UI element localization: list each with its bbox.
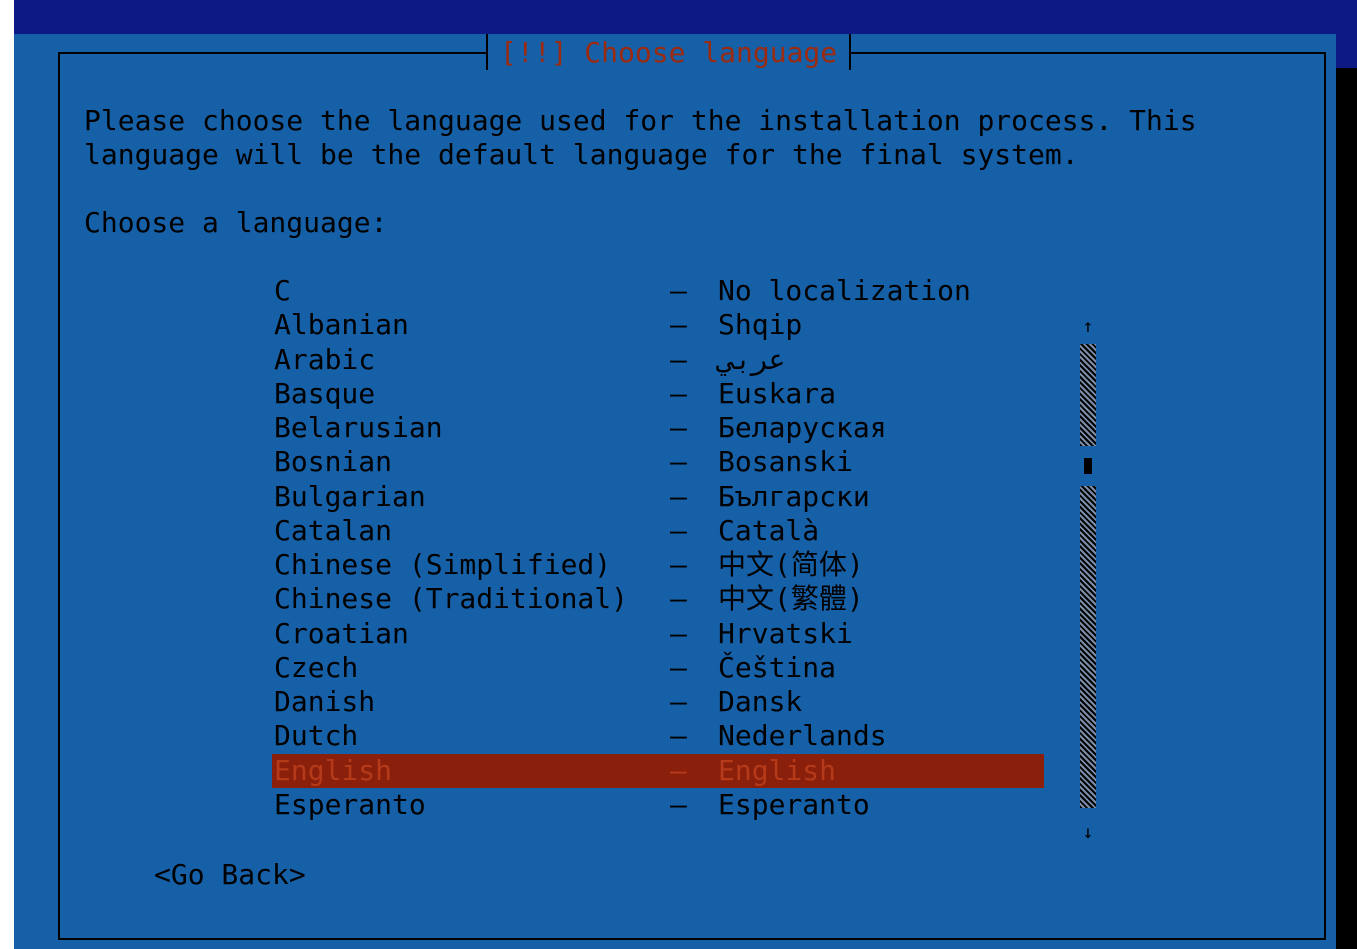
language-native-name: Беларуская [718, 411, 887, 444]
screen-edge [0, 0, 14, 949]
language-native-name: Bosanski [718, 445, 853, 479]
screen-background [14, 0, 1357, 8]
choose-language-dialog: [!!] Choose language Please choose the l… [14, 34, 1336, 949]
language-separator: – [670, 274, 687, 307]
language-name: Croatian [274, 616, 409, 650]
language-native-name: Hrvatski [718, 616, 853, 650]
language-separator: – [670, 650, 687, 684]
language-separator: – [670, 445, 687, 479]
language-name: Catalan [274, 513, 393, 547]
scrollbar-trough-upper[interactable] [1080, 344, 1096, 446]
language-separator: – [670, 342, 687, 376]
language-name: Esperanto [274, 787, 426, 821]
language-option[interactable]: Bulgarian – Български [272, 480, 1044, 514]
language-name: Arabic [274, 342, 376, 376]
language-option[interactable]: Bosnian – Bosanski [272, 445, 1044, 479]
description-line-2: language will be the default language fo… [84, 138, 1079, 171]
language-separator: – [670, 548, 687, 581]
description-line-1: Please choose the language used for the … [84, 104, 1197, 137]
language-separator: – [670, 753, 687, 787]
language-separator: – [670, 308, 687, 342]
language-native-name: 中文(简体) [718, 548, 864, 581]
language-option[interactable]: Esperanto – Esperanto [272, 788, 1044, 822]
language-name: Chinese (Simplified) [274, 548, 612, 581]
language-native-name: Nederlands [718, 719, 887, 753]
language-native-name: Euskara [718, 376, 837, 410]
language-name: Czech [274, 650, 359, 684]
language-option[interactable]: Albanian – Shqip [272, 308, 1044, 342]
language-separator: – [670, 376, 687, 410]
language-name: Albanian [274, 308, 409, 342]
language-option[interactable]: Belarusian – Беларуская [272, 411, 1044, 445]
language-separator: – [670, 719, 687, 753]
dialog-shadow [1336, 68, 1357, 949]
language-name: English [274, 753, 393, 787]
language-native-name: Čeština [718, 650, 837, 684]
language-option[interactable]: Danish – Dansk [272, 685, 1044, 719]
language-option[interactable]: Czech – Čeština [272, 651, 1044, 685]
language-separator: – [670, 479, 687, 513]
language-native-name: Català [718, 513, 820, 547]
language-name: Bosnian [274, 445, 393, 479]
dialog-title-bar: [!!] Choose language [486, 34, 852, 70]
language-native-name: Български [718, 479, 870, 513]
language-native-name: English [718, 753, 837, 787]
language-option[interactable]: Croatian – Hrvatski [272, 617, 1044, 651]
language-native-name: No localization [718, 274, 971, 307]
language-list-scrollbar[interactable]: ↑ ↓ [1080, 310, 1096, 850]
language-native-name: Esperanto [718, 787, 870, 821]
language-option[interactable]: Chinese (Simplified) – 中文(简体) [272, 548, 1044, 582]
language-option[interactable]: Arabic – عربي [272, 343, 1044, 377]
language-option[interactable]: Catalan – Català [272, 514, 1044, 548]
language-option[interactable]: C – No localization [272, 274, 1044, 308]
language-separator: – [670, 616, 687, 650]
language-separator: – [670, 685, 687, 718]
language-name: Basque [274, 376, 376, 410]
language-separator: – [670, 582, 687, 616]
language-option[interactable]: Dutch – Nederlands [272, 719, 1044, 753]
scroll-down-arrow-icon[interactable]: ↓ [1080, 816, 1096, 850]
scroll-up-arrow-icon[interactable]: ↑ [1080, 310, 1096, 344]
language-name: Bulgarian [274, 479, 426, 513]
scrollbar-thumb[interactable] [1084, 458, 1092, 474]
language-name: Dutch [274, 719, 359, 753]
language-name: Danish [274, 685, 376, 718]
language-separator: – [670, 787, 687, 821]
language-native-name: Shqip [718, 308, 803, 342]
go-back-button[interactable]: <Go Back> [154, 858, 306, 892]
language-native-name: Dansk [718, 685, 803, 718]
language-name: Chinese (Traditional) [274, 582, 629, 616]
language-name: C [274, 274, 291, 307]
language-separator: – [670, 411, 687, 444]
language-separator: – [670, 513, 687, 547]
language-option[interactable]: Basque – Euskara [272, 377, 1044, 411]
language-option[interactable]: Chinese (Traditional) – 中文(繁體) [272, 582, 1044, 616]
language-native-name: عربي [718, 342, 786, 376]
language-option[interactable]: English – English [272, 753, 1044, 788]
language-name: Belarusian [274, 411, 443, 444]
language-native-name: 中文(繁體) [718, 582, 864, 616]
language-prompt: Choose a language: [84, 206, 388, 239]
dialog-title: [!!] Choose language [500, 35, 838, 69]
scrollbar-trough-lower[interactable] [1080, 486, 1096, 808]
